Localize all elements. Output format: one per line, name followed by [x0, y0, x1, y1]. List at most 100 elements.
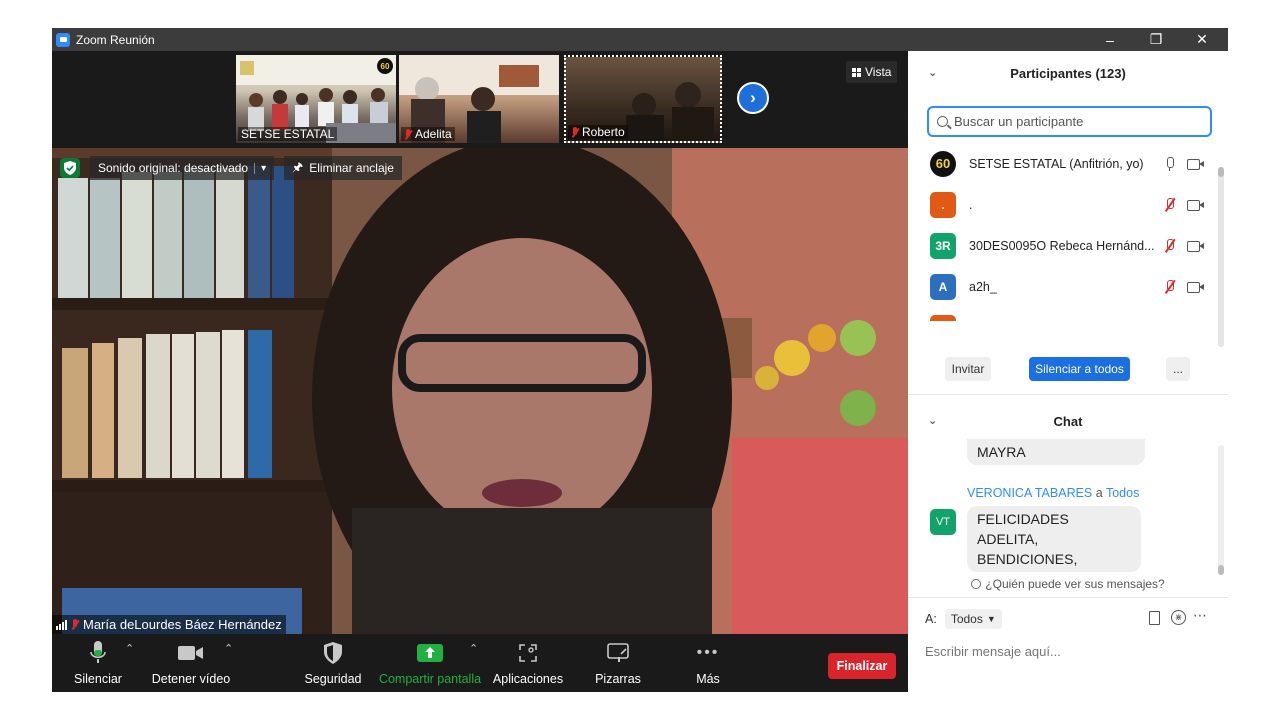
chat-header: ⌄ Chat: [908, 401, 1228, 441]
muted-mic-icon[interactable]: [1163, 238, 1177, 254]
muted-mic-icon: [571, 126, 579, 138]
security-label: Seguridad: [304, 672, 362, 686]
side-panel: ⌄ Participantes (123) Buscar un particip…: [908, 51, 1228, 692]
video-top-overlay: Sonido original: desactivado ▾ 🖈 Elimina…: [60, 156, 402, 180]
share-screen-icon: [417, 640, 443, 666]
chat-sender[interactable]: VERONICA TABARES: [967, 486, 1092, 500]
collapse-chevron-icon[interactable]: ⌄: [928, 66, 937, 79]
participant-scrollbar[interactable]: [1218, 167, 1224, 347]
more-dots-icon[interactable]: ⋯: [1193, 607, 1207, 624]
meeting-toolbar: Silenciar ⌃ Detener vídeo ⌃ Seguridad Co…: [52, 634, 908, 692]
mute-label: Silenciar: [74, 672, 122, 686]
mute-button[interactable]: Silenciar: [72, 640, 124, 688]
video-camera-icon: [178, 640, 204, 666]
original-sound-toggle[interactable]: Sonido original: desactivado ▾: [90, 156, 275, 180]
unpin-button[interactable]: 🖈 Eliminar anclaje: [284, 156, 402, 180]
end-meeting-button[interactable]: Finalizar: [828, 653, 896, 679]
participants-header: ⌄ Participantes (123): [908, 53, 1228, 93]
apps-label: Aplicaciones: [492, 672, 564, 686]
participant-row[interactable]: . .: [908, 184, 1220, 225]
more-dots-icon: •••: [696, 644, 720, 661]
camera-icon[interactable]: [1187, 240, 1205, 252]
encryption-shield-icon[interactable]: [60, 158, 80, 178]
emoji-icon[interactable]: ⋇: [1171, 610, 1186, 625]
chevron-down-icon[interactable]: ▾: [254, 162, 266, 174]
divider: [908, 394, 1228, 395]
chevron-down-icon: ▼: [986, 614, 996, 624]
zoom-window: Zoom Reunión – ❐ ✕ 60 SETSE ESTATAL Adel…: [52, 28, 1228, 692]
chat-sender-avatar: VT: [930, 509, 956, 535]
signal-strength-icon: [56, 619, 67, 630]
participant-search-field[interactable]: Buscar un participante: [927, 106, 1212, 137]
chat-recipient-row: A: Todos ▼ ⋇ ⋯: [925, 607, 1225, 631]
recipient-select[interactable]: Todos ▼: [944, 609, 1002, 629]
thumbnail-label: SETSE ESTATAL: [238, 127, 338, 141]
participant-row[interactable]: 3R 30DES0095O Rebeca Hernánd...: [908, 225, 1220, 266]
chat-scrollbar[interactable]: [1218, 445, 1224, 575]
view-label: Vista: [865, 65, 892, 79]
chat-message-line: BENDICIONES,: [977, 551, 1078, 567]
participant-name: SETSE ESTATAL (Anfitrión, yo): [969, 156, 1144, 171]
muted-mic-icon[interactable]: [1163, 279, 1177, 295]
thumbnail-roberto[interactable]: Roberto: [564, 55, 722, 143]
camera-icon[interactable]: [1187, 158, 1205, 170]
chat-message-input[interactable]: [925, 640, 1215, 662]
muted-mic-icon: [71, 619, 79, 630]
shield-icon: [324, 640, 342, 666]
participant-avatar: A: [930, 273, 956, 300]
apps-icon: [518, 640, 538, 666]
chevron-right-icon: ›: [750, 88, 756, 107]
chat-message-bubble: FELICIDADES ADELITA, BENDICIONES,: [967, 506, 1141, 572]
view-button[interactable]: Vista: [846, 61, 898, 83]
invite-button[interactable]: Invitar: [945, 357, 991, 381]
window-title: Zoom Reunión: [76, 32, 155, 47]
participant-row[interactable]: 60 SETSE ESTATAL (Anfitrión, yo): [908, 143, 1220, 184]
share-screen-label: Compartir pantalla: [378, 672, 482, 686]
participants-more-button[interactable]: ...: [1166, 357, 1190, 381]
chat-to-word: a: [1095, 486, 1103, 500]
unpin-label: Eliminar anclaje: [309, 161, 394, 175]
who-can-see-link[interactable]: ¿Quién puede ver sus mensajes?: [908, 577, 1228, 597]
thumbnail-name: Adelita: [415, 127, 452, 141]
whiteboards-label: Pizarras: [595, 672, 641, 686]
muted-mic-icon[interactable]: [1163, 197, 1177, 213]
next-page-button[interactable]: ›: [737, 82, 769, 114]
participant-name: a2h_: [969, 279, 997, 294]
microphone-icon[interactable]: [1163, 156, 1177, 172]
stop-video-button[interactable]: Detener vídeo: [152, 640, 230, 688]
apps-button[interactable]: Aplicaciones: [493, 640, 563, 688]
thumbnail-label: Adelita: [401, 127, 455, 141]
search-icon: [937, 116, 948, 127]
restore-button[interactable]: ❐: [1133, 28, 1179, 51]
security-button[interactable]: Seguridad: [304, 640, 362, 688]
mute-all-button[interactable]: Silenciar a todos: [1029, 357, 1130, 381]
more-button[interactable]: ••• Más: [692, 640, 724, 688]
thumbnail-adelita[interactable]: Adelita: [399, 55, 559, 143]
camera-icon[interactable]: [1187, 281, 1205, 293]
close-button[interactable]: ✕: [1179, 28, 1225, 51]
share-screen-button[interactable]: Compartir pantalla: [378, 640, 482, 688]
video-options-caret[interactable]: ⌃: [224, 642, 233, 655]
audio-options-caret[interactable]: ⌃: [125, 642, 134, 655]
thumbnail-label: Roberto: [568, 125, 628, 139]
collapse-chevron-icon[interactable]: ⌄: [928, 414, 937, 427]
participant-row[interactable]: A a2h_: [908, 266, 1220, 307]
thumbnail-name: SETSE ESTATAL: [241, 127, 335, 141]
participant-row[interactable]: [908, 307, 1220, 321]
thumbnail-setse[interactable]: 60 SETSE ESTATAL: [236, 55, 396, 143]
chat-title: Chat: [1053, 413, 1083, 429]
chat-recipient[interactable]: Todos: [1106, 486, 1139, 500]
pin-icon: 🖈: [292, 159, 304, 174]
minimize-button[interactable]: –: [1087, 28, 1133, 51]
whiteboards-button[interactable]: Pizarras: [593, 640, 643, 688]
muted-mic-icon[interactable]: [1163, 320, 1177, 321]
share-options-caret[interactable]: ⌃: [469, 642, 478, 655]
chat-message-meta: VERONICA TABARES a Todos: [967, 486, 1139, 500]
grid-icon: [852, 67, 861, 77]
divider: [908, 597, 1228, 598]
file-icon[interactable]: [1149, 611, 1160, 625]
whiteboard-icon: [607, 640, 629, 666]
recipient-select-value: Todos: [950, 612, 983, 626]
camera-icon[interactable]: [1187, 199, 1205, 211]
main-video[interactable]: Sonido original: desactivado ▾ 🖈 Elimina…: [52, 148, 908, 634]
